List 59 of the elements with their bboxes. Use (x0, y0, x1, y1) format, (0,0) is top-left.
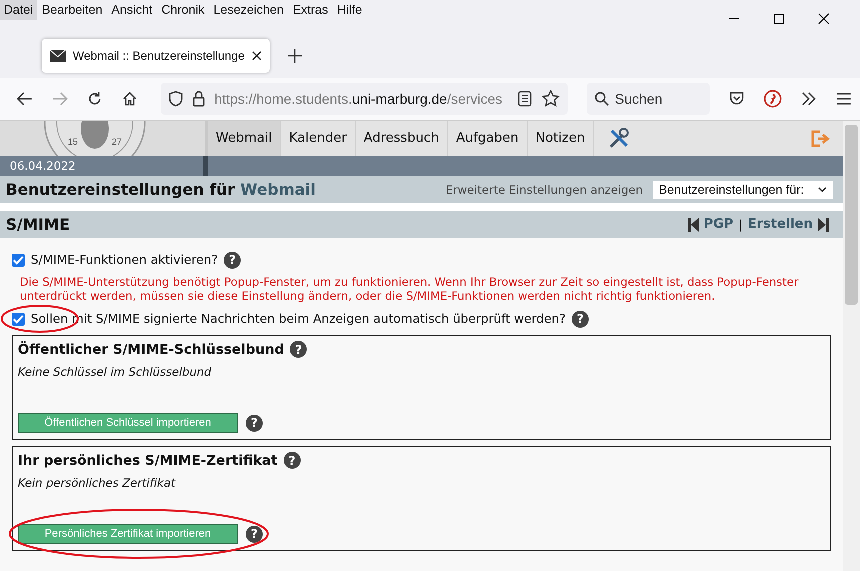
settings-dropdown[interactable]: Benutzereinstellungen für: (653, 180, 833, 198)
back-icon[interactable] (17, 92, 33, 106)
menu-item[interactable]: Chronik (158, 0, 209, 20)
separator-text: | (738, 218, 743, 232)
scrollbar[interactable] (843, 121, 860, 571)
help-icon[interactable]: ? (572, 310, 589, 328)
browser-tab[interactable]: Webmail :: Benutzereinstellunge (42, 39, 270, 73)
extension-icon[interactable] (764, 90, 782, 108)
menu-item[interactable]: Hilfe (333, 0, 366, 20)
help-icon[interactable]: ? (284, 452, 301, 469)
new-tab-icon[interactable] (288, 49, 302, 63)
lock-icon (192, 91, 205, 107)
pocket-icon[interactable] (729, 91, 746, 107)
menu-item[interactable]: Extras (288, 0, 332, 20)
create-link[interactable]: Erstellen (748, 217, 813, 232)
overflow-icon[interactable] (801, 92, 818, 106)
seal-drawing: 15 27 (0, 121, 205, 156)
date-label: 06.04.2022 (9, 159, 77, 173)
home-icon[interactable] (122, 91, 138, 107)
section-title: S/MIME (6, 216, 70, 234)
reader-view-icon[interactable] (518, 91, 532, 107)
star-icon[interactable] (542, 90, 560, 108)
panel-note: Keine Schlüssel im Schlüsselbund (18, 365, 213, 381)
warning-text: Die S/MIME-Unterstützung benötigt Popup-Fenster, um zu funktionieren. Wenn Ihr Browser zur Zeit so eingestellt ist, dass Popup-Fenster unterdrückt werden, müssen sie diese Einstellung ändern, oder die S/MIME-Funktionen werden nicht richtig funktionieren. (19, 274, 800, 305)
menu-item[interactable]: Datei (0, 0, 38, 20)
close-icon[interactable] (818, 13, 830, 25)
close-icon[interactable] (252, 51, 262, 61)
pgp-link[interactable]: PGP (704, 217, 734, 232)
shield-icon (168, 91, 183, 107)
search-input[interactable]: Suchen (615, 91, 696, 107)
url-text: https://home.students.uni-marburg.de/services (214, 91, 504, 107)
panel-title: Ihr persönliches S/MIME-Zertifikat (18, 452, 278, 468)
checkbox[interactable] (12, 254, 25, 266)
chevron-down-icon (818, 186, 827, 192)
tab-title: Webmail :: Benutzereinstellunge (73, 49, 245, 63)
maximize-icon[interactable] (773, 13, 785, 25)
panel-note: Kein persönliches Zertifikat (18, 476, 177, 492)
nav-tab[interactable]: Webmail (208, 121, 282, 156)
checkbox[interactable] (12, 312, 25, 326)
search-icon (595, 92, 610, 106)
panel-title: Öffentlicher S/MIME-Schlüsselbund (18, 342, 284, 358)
envelope-icon (50, 50, 66, 62)
menu-item[interactable]: Lesezeichen (210, 0, 288, 20)
skip-back-icon (688, 218, 699, 232)
menu-icon[interactable] (836, 92, 852, 106)
skip-forward-icon (818, 218, 829, 232)
help-icon[interactable]: ? (246, 526, 263, 542)
page-title: Benutzereinstellungen für Webmail (6, 180, 316, 198)
advanced-settings-link[interactable]: Erweiterte Einstellungen anzeigen (446, 182, 643, 196)
help-icon[interactable]: ? (290, 341, 308, 358)
tools-icon[interactable] (608, 128, 630, 150)
search-bar[interactable]: Suchen (587, 83, 710, 115)
menu-item[interactable]: Ansicht (108, 0, 157, 20)
reload-icon[interactable] (86, 91, 103, 107)
help-icon[interactable]: ? (246, 414, 263, 432)
checkbox-label: S/MIME-Funktionen aktivieren? (31, 253, 218, 267)
address-bar[interactable]: https://home.students.uni-marburg.de/services (160, 83, 568, 115)
menu-item[interactable]: Bearbeiten (38, 0, 107, 20)
help-icon[interactable]: ? (224, 252, 242, 268)
